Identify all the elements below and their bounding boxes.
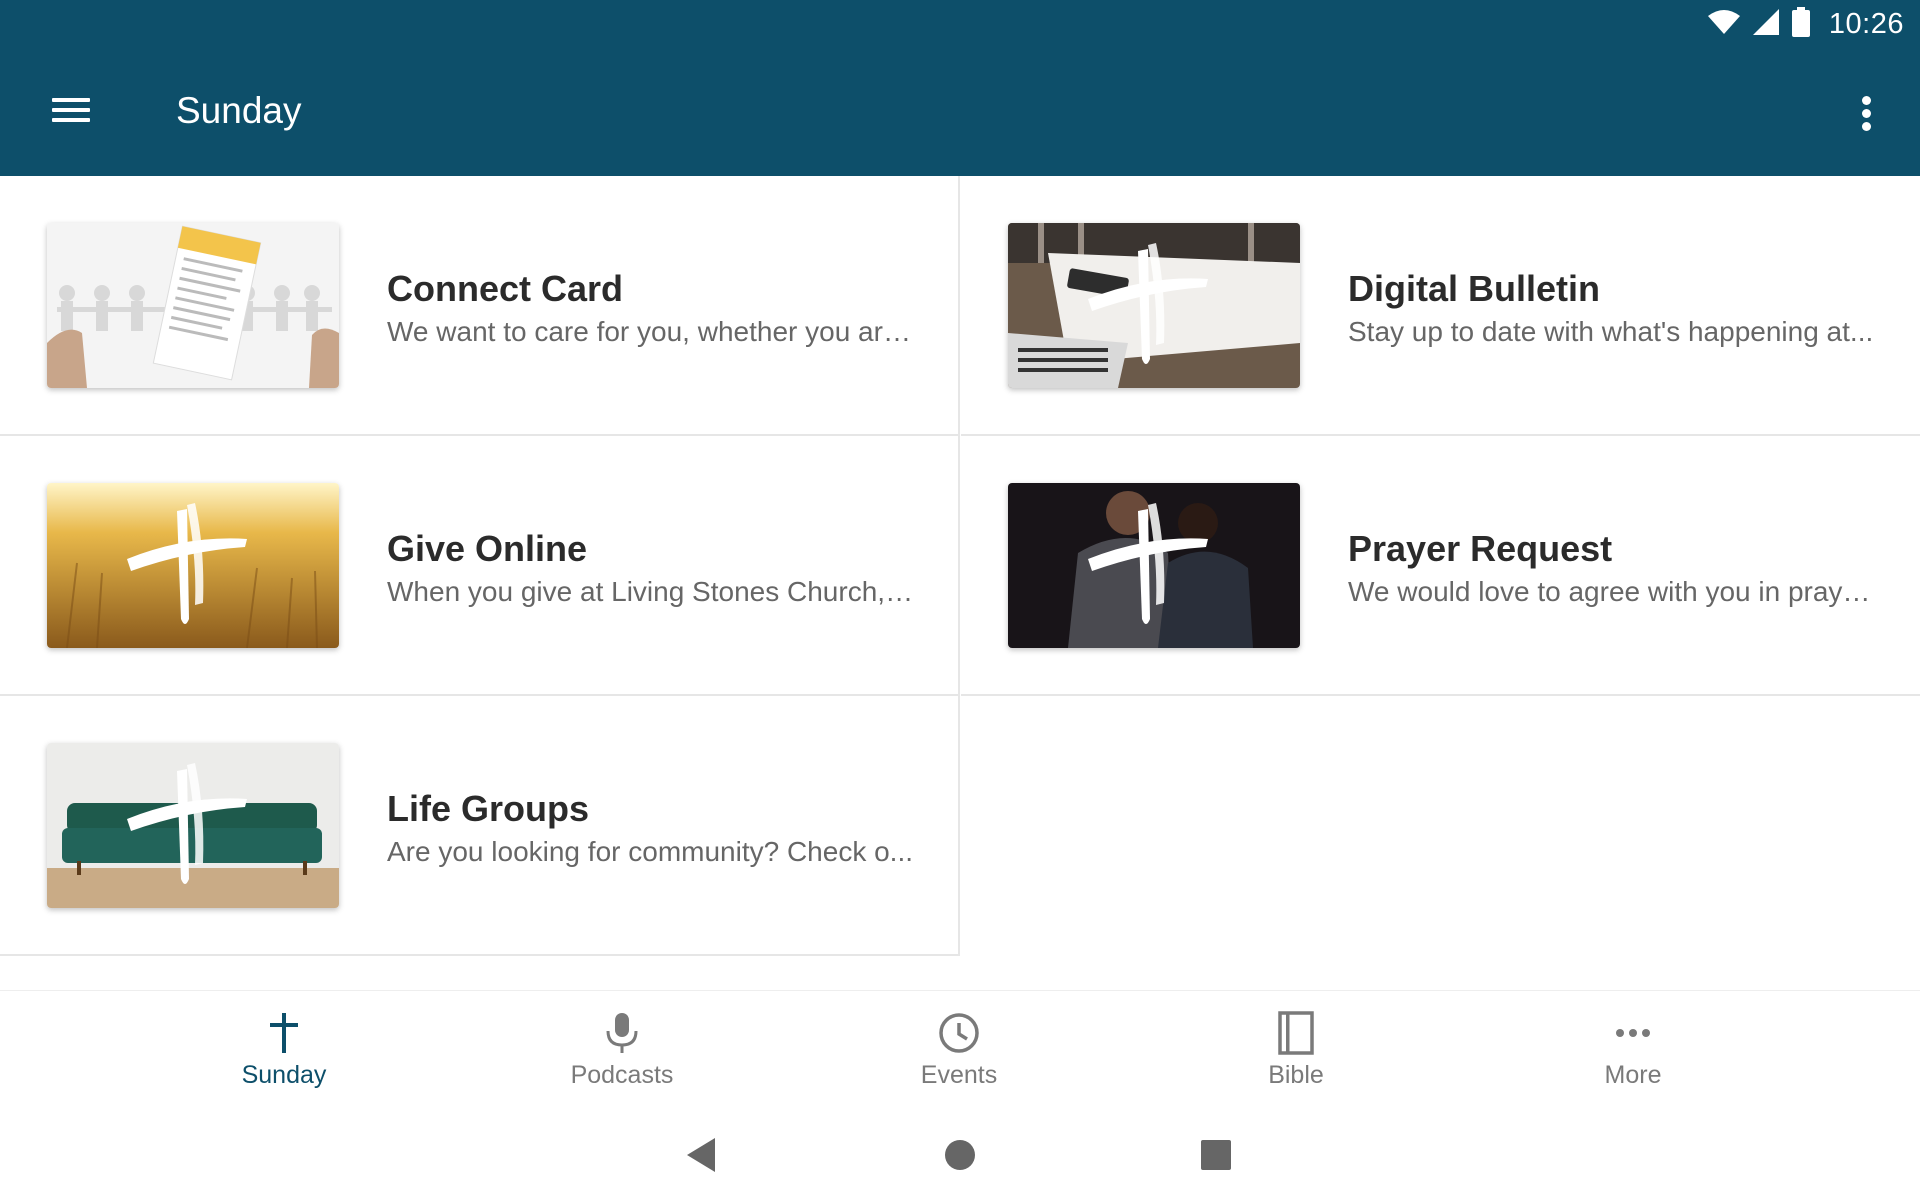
status-bar: 10:26 [1707, 4, 1904, 44]
prayer-request-image [1008, 483, 1300, 648]
tab-label: Bible [1268, 1061, 1324, 1089]
card-description: When you give at Living Stones Church, y… [387, 576, 917, 607]
card-title: Digital Bulletin [1348, 268, 1600, 309]
tab-label: More [1604, 1061, 1662, 1089]
app-bar: 10:26 Sunday [0, 0, 1920, 176]
home-icon[interactable] [935, 1130, 985, 1180]
tab-sunday[interactable]: Sunday [184, 991, 384, 1111]
overflow-menu-icon[interactable] [1842, 88, 1890, 140]
card-give-online[interactable]: Give Online When you give at Living Ston… [0, 436, 960, 696]
give-online-image [47, 483, 339, 648]
battery-icon [1791, 6, 1811, 42]
tab-bible[interactable]: Bible [1196, 991, 1396, 1111]
card-description: Stay up to date with what's happening at… [1348, 316, 1874, 347]
status-time: 10:26 [1828, 7, 1904, 40]
card-title: Prayer Request [1348, 528, 1613, 569]
tab-more[interactable]: More [1533, 991, 1733, 1111]
tab-podcasts[interactable]: Podcasts [522, 991, 722, 1111]
hamburger-menu-icon[interactable] [40, 88, 104, 136]
recents-icon[interactable] [1191, 1130, 1241, 1180]
card-description: We want to care for you, whether you are… [387, 316, 917, 347]
tab-label: Sunday [241, 1061, 327, 1089]
card-digital-bulletin[interactable]: Digital Bulletin Stay up to date with wh… [961, 176, 1920, 436]
more-horizontal-icon [1603, 1011, 1663, 1061]
card-title: Life Groups [387, 788, 590, 829]
card-title: Give Online [387, 528, 588, 569]
card-title: Connect Card [387, 268, 624, 309]
tab-events[interactable]: Events [859, 991, 1059, 1111]
card-prayer-request[interactable]: Prayer Request We would love to agree wi… [961, 436, 1920, 696]
cross-icon [254, 1011, 314, 1061]
connect-card-image [47, 223, 339, 388]
card-description: Are you looking for community? Check o..… [387, 836, 914, 867]
microphone-icon [592, 1011, 652, 1061]
tab-label: Events [920, 1061, 998, 1089]
cellular-signal-icon [1751, 8, 1781, 41]
life-groups-image [47, 743, 339, 908]
clock-icon [929, 1011, 989, 1061]
tab-label: Podcasts [570, 1061, 674, 1089]
book-icon [1266, 1011, 1326, 1061]
digital-bulletin-image [1008, 223, 1300, 388]
system-navigation-bar [0, 1110, 1920, 1200]
card-description: We would love to agree with you in praye… [1348, 576, 1878, 607]
card-life-groups[interactable]: Life Groups Are you looking for communit… [0, 696, 960, 956]
bottom-navigation: Sunday Podcasts Events Bible More [0, 990, 1920, 1110]
page-title: Sunday [176, 90, 302, 131]
wifi-icon [1707, 8, 1741, 41]
card-connect-card[interactable]: Connect Card We want to care for you, wh… [0, 176, 960, 436]
back-icon[interactable] [677, 1130, 727, 1180]
